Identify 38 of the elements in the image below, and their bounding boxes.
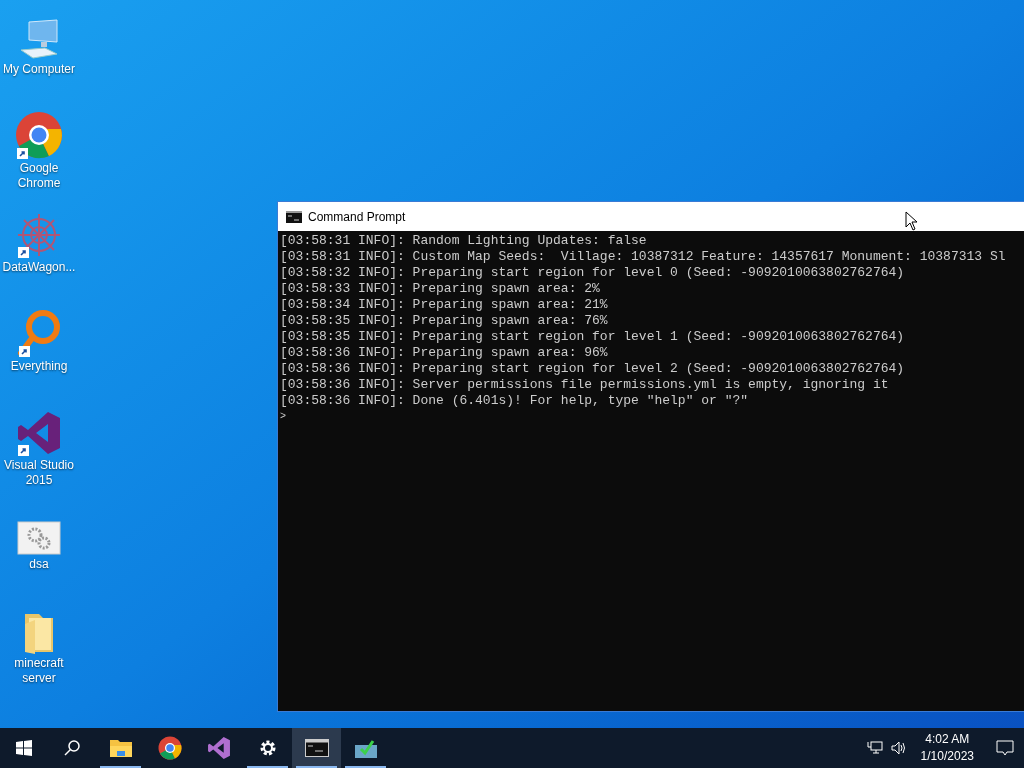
chrome-icon	[157, 736, 182, 760]
notification-icon[interactable]	[996, 739, 1014, 757]
desktop-icon-label[interactable]: Google Chrome	[0, 161, 78, 191]
magnifier-icon	[17, 309, 61, 357]
visual-studio-icon	[16, 410, 62, 456]
console-line: [03:58:35 INFO]: Preparing spawn area: 76%	[280, 313, 608, 329]
console-line: [03:58:33 INFO]: Preparing spawn area: 2%	[280, 281, 600, 297]
desktop-icon-label[interactable]: Everything	[9, 359, 69, 374]
network-icon	[866, 741, 883, 755]
desktop-icon-label[interactable]: dsa	[28, 557, 50, 572]
console-line: [03:58:36 INFO]: Preparing start region for level 2 (Seed: -9092010063802762764)	[280, 361, 905, 377]
console-line: [03:58:36 INFO]: Server permissions file permissions.yml is empty, ignoring it	[280, 377, 889, 393]
console-icon	[286, 210, 302, 223]
desktop-icon-label[interactable]: DataWagon...	[1, 260, 77, 275]
console-line: [03:58:36 INFO]: Done (6.401s)! For help, type "help" or "?"	[280, 393, 749, 409]
desktop-icon-label[interactable]: My Computer	[2, 62, 76, 77]
console-prompt[interactable]: >	[280, 409, 286, 425]
clock-time[interactable]: 4:02 AM	[925, 731, 970, 748]
snowflake-icon	[16, 212, 62, 258]
clock-date[interactable]: 1/10/2023	[920, 748, 974, 765]
desktop-icon-label[interactable]: minecraft server	[0, 656, 78, 686]
console-icon	[304, 739, 329, 757]
visual-studio-icon	[206, 736, 231, 760]
console-line: [03:58:31 INFO]: Custom Map Seeds: Village: 10387312 Feature: 14357617 Monument: 10387313 Sl	[280, 249, 1006, 265]
window-title: Command Prompt	[308, 208, 406, 226]
search-icon	[64, 740, 80, 756]
console-line: [03:58:35 INFO]: Preparing start region for level 1 (Seed: -9092010063802762764)	[280, 329, 905, 345]
console-line: [03:58:34 INFO]: Preparing spawn area: 21%	[280, 297, 608, 313]
folder-icon	[108, 738, 133, 758]
speaker-icon	[890, 741, 907, 755]
console-line: [03:58:32 INFO]: Preparing start region for level 0 (Seed: -9092010063802762764)	[280, 265, 905, 281]
taskbar-app[interactable]	[292, 728, 341, 768]
windows-icon	[16, 740, 32, 756]
console-line: [03:58:36 INFO]: Preparing spawn area: 96%	[280, 345, 608, 361]
console-line: [03:58:31 INFO]: Random Lighting Updates: false	[280, 233, 647, 249]
chrome-icon	[15, 111, 63, 159]
desktop-icon-label[interactable]: Visual Studio 2015	[0, 458, 78, 488]
gears-icon	[17, 521, 61, 555]
